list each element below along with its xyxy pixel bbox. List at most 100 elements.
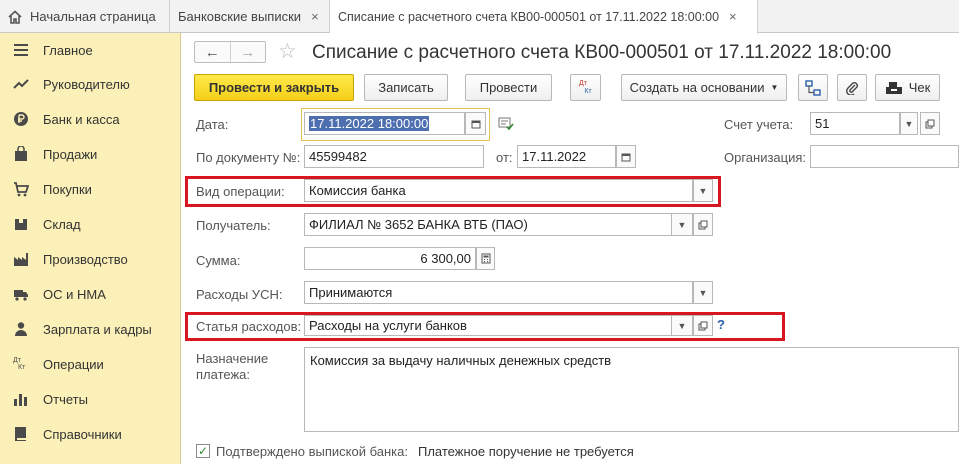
date-calendar-button[interactable] [465, 112, 486, 135]
cash-register-icon [885, 81, 902, 94]
sidebar-item-warehouse[interactable]: Склад [0, 207, 181, 241]
sidebar-item-salary[interactable]: Зарплата и кадры [0, 312, 181, 346]
sidebar-item-production[interactable]: Производство [0, 242, 181, 276]
person-icon [15, 322, 27, 336]
calculator-icon [481, 253, 490, 264]
doc-date-calendar-button[interactable] [616, 145, 636, 168]
date-value: 17.11.2022 18:00:00 [309, 116, 430, 131]
doc-date-label: от: [496, 150, 513, 165]
sidebar-item-assets[interactable]: ОС и НМА [0, 277, 181, 311]
organization-input[interactable] [810, 145, 959, 168]
close-icon[interactable]: × [729, 9, 737, 24]
tab-document[interactable]: Списание с расчетного счета КВ00-000501 … [330, 0, 758, 34]
recipient-open-button[interactable] [693, 213, 713, 236]
sidebar-item-label: Отчеты [43, 391, 88, 407]
save-button[interactable]: Записать [364, 74, 448, 101]
home-icon [8, 9, 22, 24]
sidebar-item-operations[interactable]: Дт Кт Операции [0, 347, 181, 381]
sidebar-item-director[interactable]: Руководителю [0, 67, 181, 101]
tab-label: Начальная страница [30, 9, 156, 24]
organization-label: Организация: [724, 150, 807, 165]
post-button[interactable]: Провести [465, 74, 552, 101]
forward-button[interactable]: → [229, 42, 266, 62]
open-icon [698, 220, 708, 229]
post-and-close-button[interactable]: Провести и закрыть [194, 74, 354, 101]
sidebar-item-purchases[interactable]: Покупки [0, 172, 181, 206]
sidebar-item-label: Руководителю [43, 76, 130, 92]
sum-input[interactable]: 6 300,00 [304, 247, 476, 270]
tab-label: Банковские выписки [178, 9, 302, 24]
expense-item-dropdown-button[interactable]: ▼ [671, 315, 693, 336]
sidebar-item-label: Операции [43, 356, 104, 372]
expense-item-open-button[interactable] [693, 315, 713, 336]
dt-kt-icon: Дт Кт [13, 356, 29, 372]
bag-icon [15, 146, 27, 161]
receipt-button[interactable]: Чек [875, 74, 940, 101]
doc-number-label: По документу №: [196, 150, 301, 165]
doc-number-input[interactable]: 45599482 [304, 145, 484, 168]
purpose-label-line: Назначение [196, 351, 269, 366]
truck-icon [14, 290, 28, 301]
attach-button[interactable] [837, 74, 867, 101]
tab-label: Списание с расчетного счета КВ00-000501 … [338, 9, 720, 24]
create-based-on-button[interactable]: Создать на основании ▼ [621, 74, 787, 101]
close-icon[interactable]: × [311, 9, 319, 24]
back-button[interactable]: ← [195, 42, 230, 62]
box-icon [15, 219, 27, 230]
operation-type-input[interactable]: Комиссия банка [304, 179, 693, 202]
dt-kt-button[interactable]: Дт Кт [570, 74, 601, 101]
ruble-icon [14, 112, 28, 126]
confirmed-label: Подтверждено выпиской банка: [216, 444, 408, 459]
help-icon[interactable]: ? [717, 317, 725, 332]
sum-label: Сумма: [196, 253, 241, 268]
structure-icon [805, 79, 821, 96]
account-input[interactable]: 51 [810, 112, 900, 135]
chevron-down-icon: ▼ [770, 83, 779, 92]
purpose-label-line: платежа: [196, 367, 250, 382]
date-input[interactable]: 17.11.2022 18:00:00 [304, 112, 465, 135]
sidebar-item-label: Продажи [43, 146, 98, 162]
operation-type-label: Вид операции: [196, 184, 285, 199]
dt-glyph: Дт [579, 79, 587, 87]
tab-bank-statements[interactable]: Банковские выписки × [170, 0, 330, 33]
tab-bar: Начальная страница Банковские выписки × … [0, 0, 959, 34]
account-open-button[interactable] [920, 112, 940, 135]
sidebar-item-reports[interactable]: Отчеты [0, 382, 181, 416]
paperclip-icon [846, 81, 858, 95]
doc-date-input[interactable]: 17.11.2022 [517, 145, 616, 168]
purpose-label: Назначение платежа: [196, 351, 268, 383]
sum-calculator-button[interactable] [476, 247, 495, 270]
sidebar-item-references[interactable]: Справочники [0, 417, 181, 451]
structure-button[interactable] [798, 74, 828, 101]
calendar-icon [471, 120, 480, 128]
account-dropdown-button[interactable]: ▼ [900, 112, 918, 135]
factory-icon [14, 253, 28, 266]
tab-home[interactable]: Начальная страница [0, 0, 170, 33]
confirmed-checkbox[interactable]: ✓ [196, 444, 210, 458]
edit-history-icon[interactable] [498, 117, 514, 131]
bar-chart-icon [14, 394, 27, 406]
favorite-star-icon[interactable]: ☆ [278, 39, 297, 64]
sidebar-item-label: Производство [43, 251, 128, 267]
sidebar-item-main[interactable]: Главное [0, 33, 181, 67]
payment-order-status: Платежное поручение не требуется [418, 444, 634, 459]
sidebar-item-label: Склад [43, 216, 81, 232]
sidebar-item-sales[interactable]: Продажи [0, 137, 181, 171]
document-form: ← → ☆ Списание с расчетного счета КВ00-0… [182, 33, 959, 464]
recipient-input[interactable]: ФИЛИАЛ № 3652 БАНКА ВТБ (ПАО) [304, 213, 693, 236]
purpose-textarea[interactable]: Комиссия за выдачу наличных денежных сре… [304, 347, 959, 432]
menu-icon [14, 44, 28, 56]
usn-expenses-input[interactable]: Принимаются [304, 281, 693, 304]
page-title: Списание с расчетного счета КВ00-000501 … [312, 42, 892, 63]
recipient-dropdown-button[interactable]: ▼ [671, 213, 693, 236]
create-based-label: Создать на основании [629, 80, 765, 95]
calendar-icon [621, 153, 631, 161]
usn-expenses-label: Расходы УСН: [196, 287, 283, 302]
operation-type-dropdown-button[interactable]: ▼ [693, 179, 713, 202]
sidebar-item-label: Справочники [43, 426, 122, 442]
sidebar-item-label: ОС и НМА [43, 286, 106, 302]
expense-item-input[interactable]: Расходы на услуги банков [304, 315, 693, 336]
sidebar-item-bank[interactable]: Банк и касса [0, 102, 181, 136]
dt-glyph: Дт [13, 357, 21, 364]
usn-expenses-dropdown-button[interactable]: ▼ [693, 281, 713, 304]
